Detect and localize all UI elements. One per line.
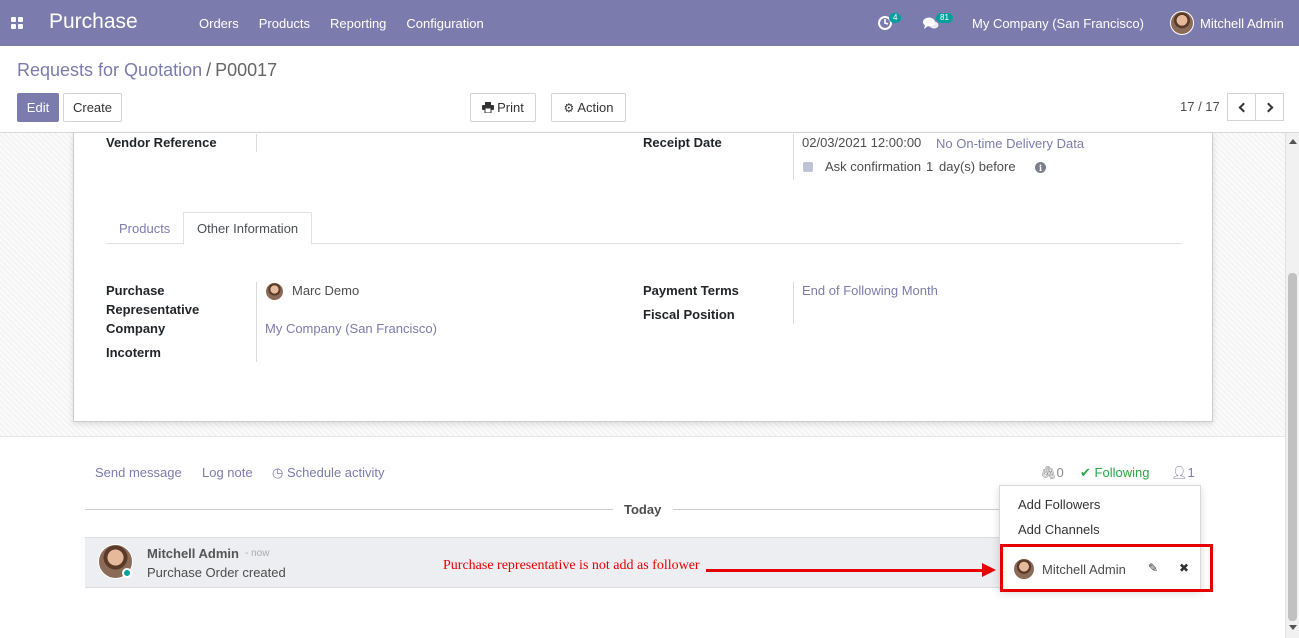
user-avatar	[1170, 11, 1194, 35]
form-sheet	[73, 133, 1213, 422]
company-switcher[interactable]: My Company (San Francisco)	[972, 16, 1144, 31]
add-followers-button[interactable]: Add Followers	[1018, 497, 1100, 512]
today-divider-right	[673, 509, 999, 510]
messaging-systray[interactable]: 81	[922, 13, 958, 32]
info-icon[interactable]: i	[1035, 162, 1046, 173]
message-author[interactable]: Mitchell Admin	[147, 546, 239, 561]
attachments-count: 0	[1056, 465, 1064, 480]
annotation-highlight-box	[1000, 544, 1213, 592]
followers-button[interactable]: 👤︎1	[1171, 465, 1195, 481]
marc-demo-avatar	[265, 282, 284, 301]
message-time: - now	[245, 548, 270, 559]
ask-confirmation-checkbox[interactable]	[803, 162, 813, 172]
annotation-arrow-line	[706, 569, 986, 572]
user-icon: 👤︎	[1171, 465, 1188, 480]
ask-confirmation-suffix: day(s) before	[939, 159, 1016, 174]
page-scrollbar[interactable]	[1285, 133, 1299, 638]
field-divider	[793, 282, 794, 324]
payment-terms-label: Payment Terms	[643, 283, 739, 298]
annotation-arrow-head	[982, 563, 996, 577]
activity-count-badge: 4	[889, 13, 902, 23]
activity-systray[interactable]: 4	[876, 13, 906, 32]
on-time-delivery-link[interactable]: No On-time Delivery Data	[936, 136, 1084, 151]
annotation-text: Purchase representative is not add as fo…	[443, 558, 700, 573]
schedule-activity-button[interactable]: ◷ Schedule activity	[272, 465, 385, 481]
paperclip-icon: 🖇︎	[1040, 465, 1057, 480]
app-brand[interactable]: Purchase	[49, 10, 138, 34]
field-divider	[256, 282, 257, 362]
purchase-rep-label-line2: Representative	[106, 302, 200, 317]
user-menu[interactable]: Mitchell Admin	[1170, 11, 1284, 35]
menu-item-products[interactable]: Products	[259, 16, 310, 31]
followers-count: 1	[1187, 465, 1195, 480]
today-label: Today	[624, 502, 662, 517]
check-icon: ✔	[1080, 465, 1091, 480]
print-icon	[482, 102, 495, 113]
print-label: Print	[497, 100, 524, 115]
chevron-right-icon	[1263, 102, 1273, 112]
company-label: Company	[106, 321, 166, 336]
pager-value[interactable]: 17 / 17	[1180, 99, 1220, 114]
following-button[interactable]: ✔ Following	[1080, 465, 1149, 481]
incoterm-label: Incoterm	[106, 345, 161, 360]
pager-previous-button[interactable]	[1227, 93, 1256, 121]
breadcrumb-separator: /	[206, 60, 212, 80]
schedule-activity-label: Schedule activity	[286, 465, 385, 480]
chevron-left-icon	[1238, 102, 1248, 112]
field-divider	[793, 134, 794, 180]
ask-confirmation-label: Ask confirmation	[825, 159, 922, 174]
print-button[interactable]: Print	[470, 93, 536, 122]
breadcrumb-parent[interactable]: Requests for Quotation	[17, 60, 202, 80]
edit-button[interactable]: Edit	[17, 93, 59, 122]
breadcrumb-current: P00017	[215, 60, 278, 80]
following-label: Following	[1094, 465, 1150, 480]
clock-icon: ◷	[272, 465, 284, 480]
scroll-thumb[interactable]	[1288, 273, 1297, 621]
payment-terms-link[interactable]: End of Following Month	[802, 283, 938, 298]
send-message-button[interactable]: Send message	[95, 465, 182, 480]
breadcrumb: Requests for Quotation / P00017	[17, 60, 277, 81]
scroll-up-icon[interactable]	[1289, 139, 1297, 144]
ask-confirmation-days: 1	[926, 159, 934, 174]
action-button[interactable]: ⚙ Action	[551, 93, 626, 122]
company-value-link[interactable]: My Company (San Francisco)	[265, 321, 437, 336]
message-body: Purchase Order created	[147, 565, 286, 580]
notebook-tabs: Products Other Information	[106, 212, 1182, 245]
scroll-down-icon[interactable]	[1289, 625, 1297, 630]
menu-item-orders[interactable]: Orders	[199, 16, 239, 31]
tab-products[interactable]: Products	[106, 212, 183, 245]
vendor-reference-label: Vendor Reference	[106, 135, 217, 150]
gear-icon: ⚙	[563, 100, 575, 115]
main-menu: Orders Products Reporting Configuration	[199, 16, 504, 31]
message-count-badge: 81	[936, 13, 953, 23]
apps-menu-icon[interactable]	[11, 17, 23, 29]
user-name: Mitchell Admin	[1200, 15, 1284, 31]
online-status-icon	[122, 568, 132, 578]
today-divider-left	[85, 509, 613, 510]
attachments-button[interactable]: 🖇︎0	[1040, 465, 1064, 481]
control-panel: Requests for Quotation / P00017 Edit Creat…	[0, 46, 1299, 133]
tab-other-information[interactable]: Other Information	[183, 212, 313, 245]
receipt-date-value: 02/03/2021 12:00:00	[802, 135, 922, 150]
field-divider	[256, 134, 257, 152]
pager-next-button[interactable]	[1255, 93, 1284, 121]
create-button[interactable]: Create	[63, 93, 122, 122]
fiscal-position-label: Fiscal Position	[643, 307, 735, 322]
purchase-rep-value[interactable]: Marc Demo	[292, 283, 359, 298]
receipt-date-label: Receipt Date	[643, 135, 722, 150]
purchase-rep-label-line1: Purchase	[106, 283, 165, 298]
action-label: Action	[577, 100, 614, 115]
log-note-button[interactable]: Log note	[202, 465, 253, 480]
menu-item-configuration[interactable]: Configuration	[406, 16, 483, 31]
add-channels-button[interactable]: Add Channels	[1018, 522, 1100, 537]
top-navbar: Purchase Orders Products Reporting Confi…	[0, 0, 1299, 46]
menu-item-reporting[interactable]: Reporting	[330, 16, 386, 31]
